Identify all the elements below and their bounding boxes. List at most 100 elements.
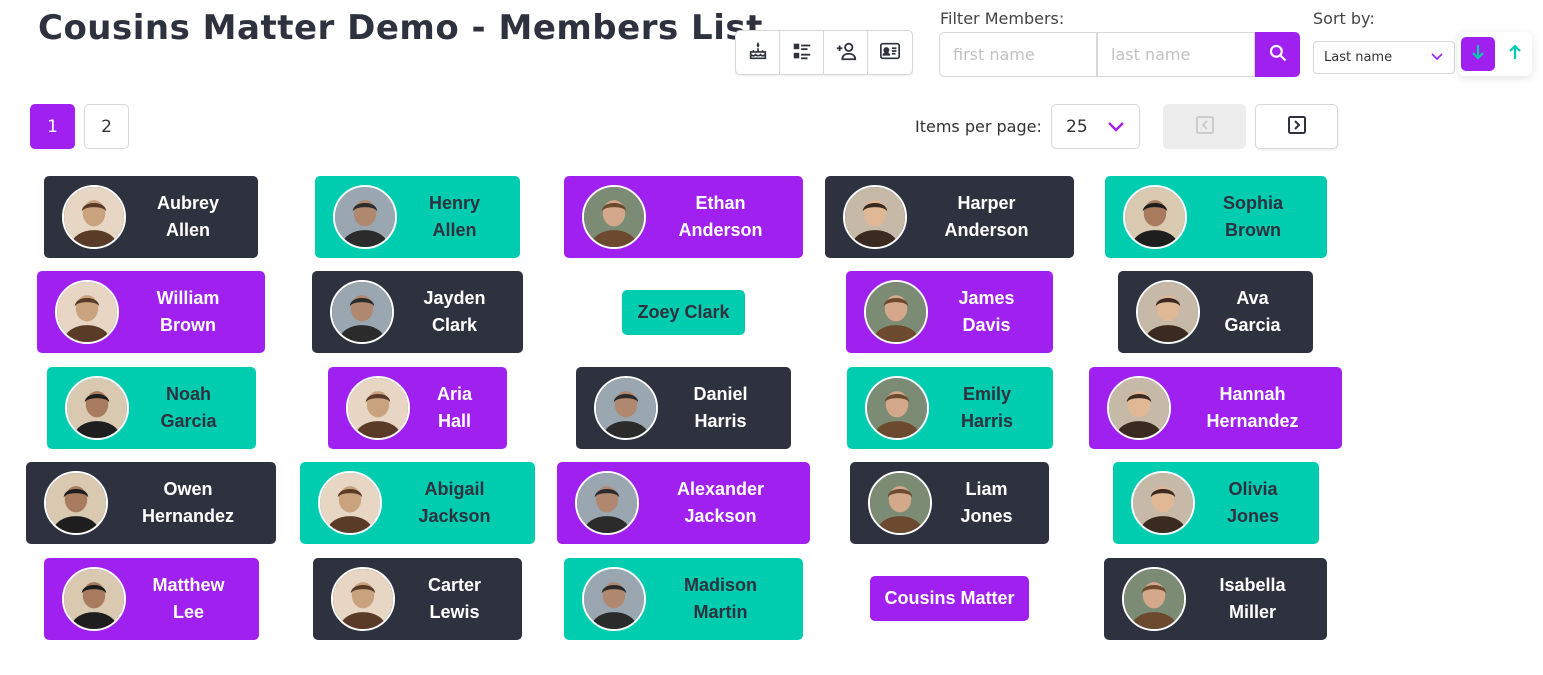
member-card[interactable]: Olivia Jones [1113,462,1319,544]
avatar [62,567,126,631]
avatar [55,280,119,344]
member-name: Aubrey Allen [156,193,219,240]
avatar [582,185,646,249]
member-name: Abigail Jackson [418,479,491,526]
avatar [575,471,639,535]
member-name: Liam Jones [960,479,1013,526]
filter-search-button[interactable] [1255,32,1300,77]
avatar [864,280,928,344]
chevron-down-icon [1107,117,1125,137]
member-name: Aria Hall [436,384,472,431]
member-name: Isabella Miller [1219,575,1286,622]
items-per-page-label: Items per page: [915,117,1042,136]
chevron-right-icon [1287,115,1307,139]
member-card[interactable]: Zoey Clark [622,290,745,335]
member-name: Hannah Hernandez [1206,384,1299,431]
member-card[interactable]: Emily Harris [847,367,1053,449]
add-member-button[interactable] [824,31,868,74]
member-name: Harper Anderson [944,193,1029,240]
avatar [44,471,108,535]
member-card[interactable]: Liam Jones [850,462,1049,544]
sort-label: Sort by: [1313,9,1375,28]
member-card[interactable]: Alexander Jackson [557,462,810,544]
sort-by-select[interactable]: Last name [1313,41,1455,74]
member-card[interactable]: Matthew Lee [44,558,259,640]
member-card[interactable]: William Brown [37,271,265,353]
member-name: Jayden Clark [423,288,486,335]
arrow-up-icon [1508,43,1522,65]
member-card[interactable]: Ava Garcia [1118,271,1313,353]
member-card[interactable]: Abigail Jackson [300,462,535,544]
arrow-down-icon [1471,43,1485,65]
avatar [1122,567,1186,631]
list-view-button[interactable] [780,31,824,74]
sort-direction-group [1458,32,1532,76]
member-card[interactable]: Hannah Hernandez [1089,367,1342,449]
member-name: Owen Hernandez [141,479,235,526]
avatar [331,567,395,631]
avatar [333,185,397,249]
items-per-page-value: 25 [1066,116,1088,137]
member-card[interactable]: James Davis [846,271,1053,353]
sort-ascending-button[interactable] [1500,37,1530,71]
member-name: Ethan Anderson [678,193,763,240]
avatar [318,471,382,535]
avatar [65,376,129,440]
birthdays-button[interactable] [736,31,780,74]
last-name-filter-input[interactable] [1097,32,1255,77]
avatar [843,185,907,249]
avatar [582,567,646,631]
filter-group [939,32,1300,77]
first-name-filter-input[interactable] [939,32,1097,77]
add-user-icon [835,40,857,66]
member-name: Alexander Jackson [676,479,765,526]
member-name: Daniel Harris [693,384,748,431]
sort-descending-button[interactable] [1460,37,1495,71]
member-card[interactable]: Carter Lewis [313,558,522,640]
avatar [1107,376,1171,440]
avatar [594,376,658,440]
member-card[interactable]: Harper Anderson [825,176,1074,258]
member-card[interactable]: Owen Hernandez [26,462,276,544]
search-icon [1268,43,1288,67]
previous-page-button[interactable] [1163,104,1246,149]
member-name: Sophia Brown [1222,193,1283,240]
view-toolbar [735,30,913,75]
sort-by-value: Last name [1324,50,1393,65]
avatar [1123,185,1187,249]
member-name: Olivia Jones [1226,479,1280,526]
member-card[interactable]: Henry Allen [315,176,520,258]
member-card[interactable]: Isabella Miller [1104,558,1327,640]
avatar [62,185,126,249]
member-card[interactable]: Sophia Brown [1105,176,1327,258]
items-per-page-select[interactable]: 25 [1051,104,1140,149]
chevron-down-icon [1430,50,1444,65]
avatar [346,376,410,440]
directory-button[interactable] [868,31,912,74]
member-name: Emily Harris [960,384,1014,431]
birthday-cake-icon [747,40,769,66]
member-name: Cousins Matter [884,588,1015,608]
member-name: William Brown [156,288,220,335]
member-card[interactable]: Ethan Anderson [564,176,803,258]
member-card[interactable]: Noah Garcia [47,367,256,449]
page-title: Cousins Matter Demo - Members List [38,8,763,48]
id-card-icon [879,40,901,66]
member-card[interactable]: Daniel Harris [576,367,791,449]
page-2-button[interactable]: 2 [84,104,129,149]
member-name: James Davis [958,288,1015,335]
member-name: Zoey Clark [637,302,730,322]
page-1-button[interactable]: 1 [30,104,75,149]
member-name: Noah Garcia [160,384,217,431]
member-card[interactable]: Aria Hall [328,367,507,449]
member-card[interactable]: Madison Martin [564,558,803,640]
member-card[interactable]: Cousins Matter [870,576,1029,621]
list-icon [791,40,813,66]
next-page-button[interactable] [1255,104,1338,149]
chevron-left-icon [1195,115,1215,139]
avatar [865,376,929,440]
member-card[interactable]: Aubrey Allen [44,176,258,258]
member-name: Henry Allen [428,193,481,240]
member-card[interactable]: Jayden Clark [312,271,523,353]
member-name: Madison Martin [683,575,757,622]
